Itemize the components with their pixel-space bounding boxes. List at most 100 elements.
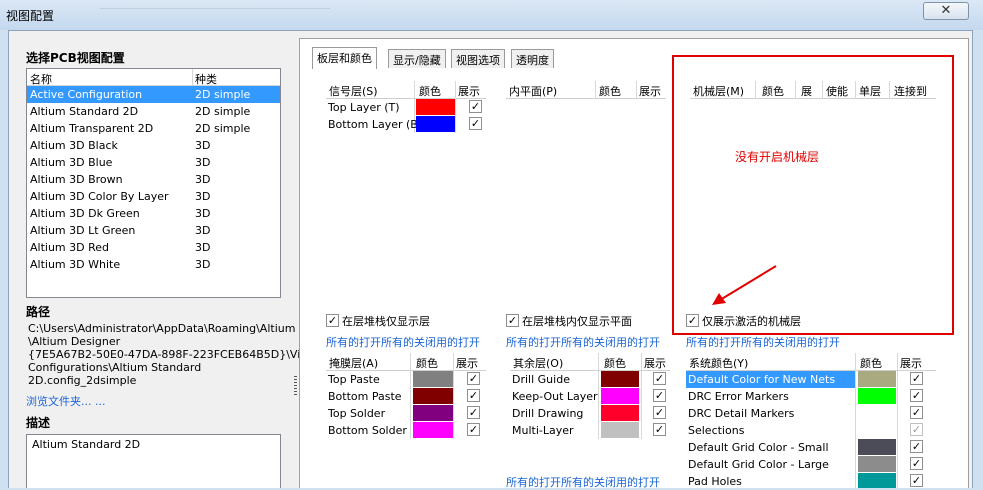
browse-folder-link[interactable]: 浏览文件夹... ... (26, 393, 105, 409)
show-checkbox[interactable]: ✓ (653, 423, 666, 436)
config-row[interactable]: Altium Transparent 2D 2D simple (27, 120, 280, 137)
color-swatch[interactable] (858, 439, 896, 455)
config-row[interactable]: Altium 3D Blue 3D (27, 154, 280, 171)
color-swatch[interactable] (858, 473, 896, 488)
show-checkbox[interactable]: ✓ (467, 389, 480, 402)
show-checkbox[interactable]: ✓ (910, 457, 923, 470)
only-stack-layers-checkbox[interactable]: ✓ (326, 314, 339, 327)
show-checkbox[interactable]: ✓ (469, 117, 482, 130)
color-swatch[interactable] (858, 422, 896, 438)
config-row[interactable]: Altium Standard 2D 2D simple (27, 103, 280, 120)
column-name-header[interactable]: 名称 (30, 71, 52, 87)
color-col: 颜色 (604, 357, 626, 370)
only-active-mech-checkbox[interactable]: ✓ (686, 314, 699, 327)
show-col: 展示 (456, 357, 478, 370)
color-swatch[interactable] (413, 405, 453, 421)
tab-view-options[interactable]: 视图选项 (451, 49, 505, 68)
show-checkbox[interactable]: ✓ (467, 406, 480, 419)
config-row[interactable]: Altium 3D Lt Green 3D (27, 222, 280, 239)
color-swatch[interactable] (601, 371, 639, 387)
show-checkbox[interactable]: ✓ (653, 372, 666, 385)
config-list-header: 名称 种类 (27, 69, 280, 86)
show-checkbox[interactable]: ✓ (910, 406, 923, 419)
show-checkbox[interactable]: ✓ (910, 372, 923, 385)
plane-toggle-links[interactable]: 所有的打开所有的关闭用的打开 (506, 334, 660, 350)
color-col: 颜色 (416, 357, 438, 370)
color-swatch[interactable] (601, 405, 639, 421)
system-colors-header: 系统颜色(Y) 颜色 展示 (686, 353, 936, 371)
window-title: 视图配置 (6, 9, 55, 23)
tab-layers-colors[interactable]: 板层和颜色 (312, 47, 377, 69)
other-layers-header: 其余层(O) 颜色 展示 (510, 353, 670, 371)
layer-name: Top Solder (328, 407, 386, 420)
column-divider (410, 353, 411, 439)
color-swatch[interactable] (601, 422, 639, 438)
system-color-name[interactable]: Pad Holes (688, 475, 742, 488)
config-type: 2D simple (195, 122, 251, 135)
column-divider (455, 81, 456, 133)
system-color-name[interactable]: Default Grid Color - Small (688, 441, 829, 454)
config-row[interactable]: Altium 3D Color By Layer 3D (27, 188, 280, 205)
header-divider (192, 69, 193, 86)
only-active-mech-label: 仅展示激活的机械层 (702, 315, 801, 328)
config-type: 3D (195, 224, 211, 237)
column-divider (897, 353, 898, 488)
color-swatch[interactable] (416, 99, 455, 115)
color-swatch[interactable] (858, 405, 896, 421)
show-checkbox[interactable]: ✓ (910, 440, 923, 453)
column-divider (598, 353, 599, 439)
color-swatch[interactable] (416, 116, 455, 132)
show-checkbox[interactable]: ✓ (653, 406, 666, 419)
color-swatch[interactable] (413, 371, 453, 387)
splitter-grip[interactable] (294, 376, 297, 396)
tab-show-hide[interactable]: 显示/隐藏 (388, 49, 446, 68)
color-swatch[interactable] (858, 371, 896, 387)
show-checkbox[interactable]: ✓ (653, 389, 666, 402)
config-type: 3D (195, 156, 211, 169)
color-swatch[interactable] (858, 456, 896, 472)
config-row[interactable]: Altium 3D White 3D (27, 256, 280, 273)
tab-transparency[interactable]: 透明度 (511, 49, 554, 68)
color-swatch[interactable] (413, 388, 453, 404)
show-checkbox[interactable]: ✓ (469, 100, 482, 113)
config-list[interactable]: 名称 种类 Active Configuration 2D simple Alti… (26, 68, 281, 298)
show-col: 展示 (644, 357, 666, 370)
color-swatch[interactable] (601, 388, 639, 404)
config-name: Altium 3D White (30, 258, 121, 271)
column-divider (595, 81, 596, 99)
config-type: 3D (195, 241, 211, 254)
show-checkbox[interactable]: ✓ (910, 389, 923, 402)
mech-toggle-links[interactable]: 所有的打开所有的关闭用的打开 (686, 334, 840, 350)
config-row[interactable]: Altium 3D Black 3D (27, 137, 280, 154)
show-checkbox[interactable]: ✓ (910, 474, 923, 487)
config-row[interactable]: Active Configuration 2D simple (27, 86, 280, 103)
color-col: 颜色 (860, 357, 882, 370)
system-color-name[interactable]: DRC Detail Markers (688, 407, 794, 420)
config-row[interactable]: Altium 3D Brown 3D (27, 171, 280, 188)
config-row[interactable]: Altium 3D Red 3D (27, 239, 280, 256)
show-checkbox[interactable]: ✓ (467, 372, 480, 385)
system-color-name[interactable]: Selections (688, 424, 744, 437)
show-checkbox[interactable]: ✓ (467, 423, 480, 436)
path-line: 2D.config_2dsimple (28, 374, 137, 387)
path-line: {7E5A67B2-50E0-47DA-898F-223FCEB64B5D}\V… (28, 348, 317, 361)
system-color-name[interactable]: Default Color for New Nets (688, 373, 835, 386)
only-stack-planes-checkbox[interactable]: ✓ (506, 314, 519, 327)
description-box[interactable]: Altium Standard 2D (26, 434, 281, 488)
config-name: Altium Standard 2D (30, 105, 139, 118)
layer-name: Drill Guide (512, 373, 570, 386)
signal-toggle-links[interactable]: 所有的打开所有的关闭用的打开 (326, 334, 480, 350)
close-button[interactable]: ✕ (923, 2, 969, 20)
color-swatch[interactable] (413, 422, 453, 438)
color-col: 颜色 (419, 85, 441, 98)
system-color-name[interactable]: DRC Error Markers (688, 390, 789, 403)
config-type: 3D (195, 190, 211, 203)
column-type-header[interactable]: 种类 (195, 71, 217, 87)
mask-layers-header: 掩膜层(A) 颜色 展示 (326, 353, 486, 371)
layer-name: Bottom Paste (328, 390, 402, 403)
config-row[interactable]: Altium 3D Dk Green 3D (27, 205, 280, 222)
color-swatch[interactable] (858, 388, 896, 404)
system-color-name[interactable]: Default Grid Color - Large (688, 458, 829, 471)
config-type: 3D (195, 173, 211, 186)
show-checkbox[interactable]: ✓ (910, 423, 923, 436)
